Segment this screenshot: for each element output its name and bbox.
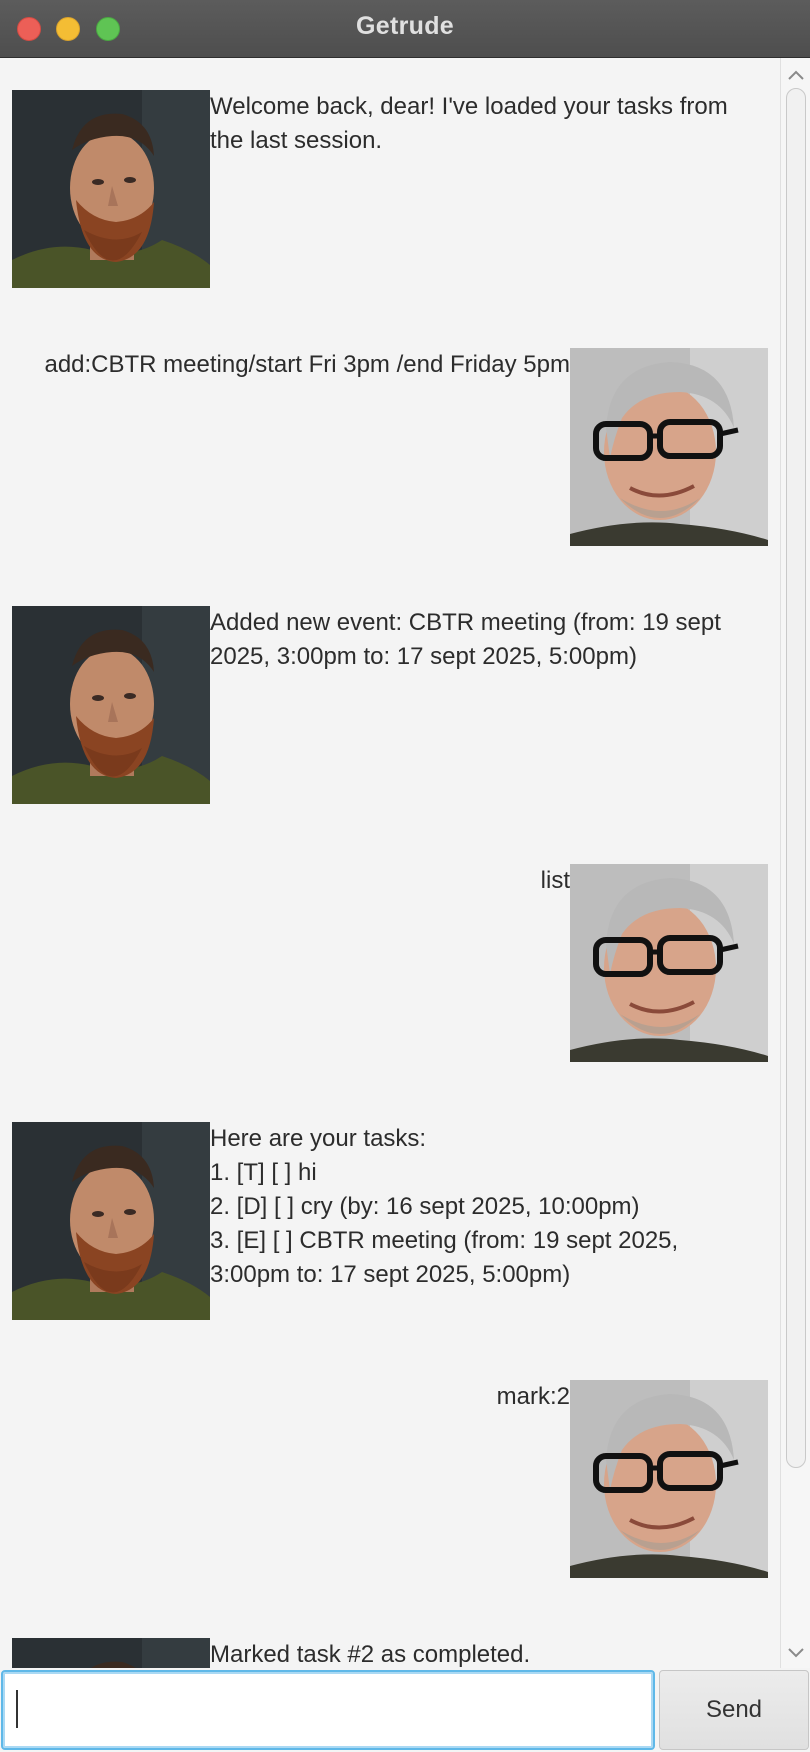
message-line: add:CBTR meeting/start Fri 3pm /end Frid…	[44, 351, 570, 378]
message-line: Marked task #2 as completed.	[210, 1641, 531, 1668]
message-input[interactable]	[1, 1670, 655, 1750]
message-line: list	[540, 867, 570, 894]
bot-message-text: Marked task #2 as completed.	[210, 1638, 750, 1668]
message-line: 2025, 3:00pm to: 17 sept 2025, 5:00pm)	[210, 643, 637, 670]
title-bar: Getrude	[0, 0, 810, 58]
window-title: Getrude	[356, 12, 454, 40]
scroll-thumb[interactable]	[786, 88, 806, 1468]
bot-message-text: Here are your tasks: 1. [T] [ ] hi 2. [D…	[210, 1122, 750, 1292]
chat-scrollbar[interactable]	[780, 58, 810, 1668]
user-message: add:CBTR meeting/start Fri 3pm /end Frid…	[0, 348, 768, 546]
task-item-continued: 3:00pm to: 17 sept 2025, 5:00pm)	[210, 1261, 571, 1288]
bot-message: Added new event: CBTR meeting (from: 19 …	[12, 606, 772, 804]
user-avatar	[570, 1380, 768, 1578]
chat-area[interactable]: Welcome back, dear! I've loaded your tas…	[0, 58, 780, 1668]
user-message-text: list	[541, 864, 570, 898]
bot-avatar	[12, 606, 210, 804]
message-line: Welcome back, dear! I've loaded your tas…	[210, 93, 728, 120]
task-item: 3. [E] [ ] CBTR meeting (from: 19 sept 2…	[210, 1227, 679, 1254]
bot-avatar	[12, 1122, 210, 1320]
message-line: mark:2	[496, 1383, 570, 1410]
user-message: mark:2	[0, 1380, 768, 1578]
task-item: 1. [T] [ ] hi	[210, 1159, 317, 1186]
message-line: Added new event: CBTR meeting (from: 19 …	[210, 609, 721, 636]
app-window: Getrude Welcome back, dear! I've loaded …	[0, 0, 810, 1752]
message-line: Here are your tasks:	[210, 1125, 427, 1152]
chevron-down-icon[interactable]	[781, 1638, 810, 1666]
bot-message: Marked task #2 as completed.	[12, 1638, 772, 1668]
message-line: the last session.	[210, 127, 383, 154]
user-avatar	[570, 348, 768, 546]
bot-avatar	[12, 1638, 210, 1668]
user-message-text: add:CBTR meeting/start Fri 3pm /end Frid…	[44, 348, 570, 382]
user-message-text: mark:2	[497, 1380, 570, 1414]
send-button[interactable]: Send	[659, 1670, 809, 1750]
bot-message: Welcome back, dear! I've loaded your tas…	[12, 90, 772, 288]
bot-message-text: Added new event: CBTR meeting (from: 19 …	[210, 606, 750, 674]
text-caret	[16, 1690, 18, 1728]
task-item: 2. [D] [ ] cry (by: 16 sept 2025, 10:00p…	[210, 1193, 640, 1220]
bot-message: Here are your tasks: 1. [T] [ ] hi 2. [D…	[12, 1122, 772, 1320]
user-message: list	[0, 864, 768, 1062]
bot-avatar	[12, 90, 210, 288]
bot-message-text: Welcome back, dear! I've loaded your tas…	[210, 90, 750, 158]
input-row: Send	[0, 1668, 810, 1752]
user-avatar	[570, 864, 768, 1062]
chevron-up-icon[interactable]	[781, 60, 810, 88]
